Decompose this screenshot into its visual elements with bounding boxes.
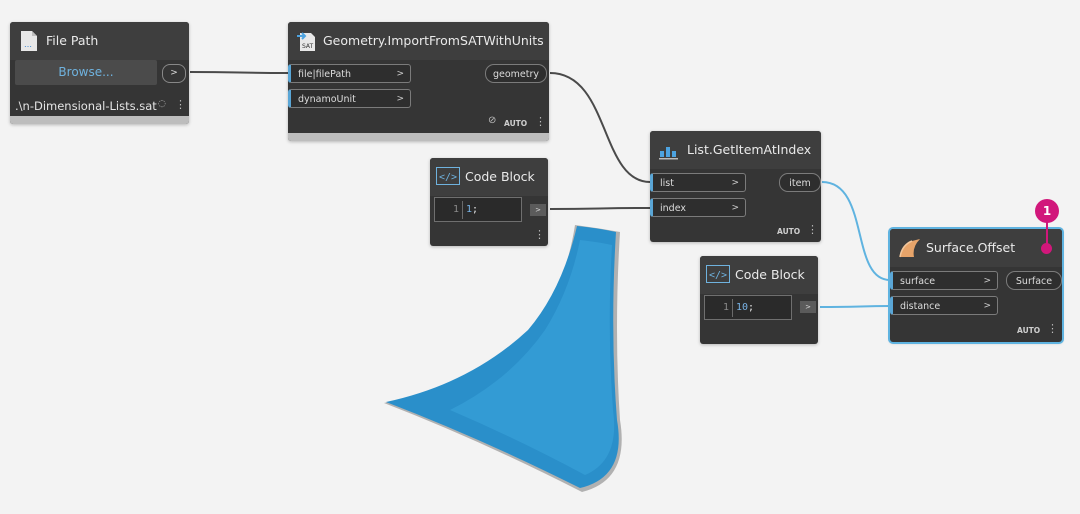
port-label: distance	[900, 301, 941, 312]
line-number: 1	[722, 302, 729, 313]
code-block-node-2[interactable]: </> Code Block 1 10; >	[700, 256, 818, 344]
chevron-right-icon: >	[983, 301, 991, 311]
input-port-file-path[interactable]: file|filePath >	[288, 64, 411, 83]
import-sat-node[interactable]: SAT Geometry.ImportFromSATWithUnits file…	[288, 22, 549, 141]
vertical-ellipsis-icon[interactable]: ⋮	[534, 228, 545, 241]
vertical-ellipsis-icon[interactable]: ⋮	[175, 98, 186, 111]
vertical-ellipsis-icon[interactable]: ⋮	[1047, 322, 1058, 335]
svg-text:</>: </>	[709, 270, 727, 281]
sat-import-icon: SAT	[296, 30, 318, 52]
wire-code2-to-distance	[819, 305, 891, 308]
node-title: Geometry.ImportFromSATWithUnits	[323, 33, 544, 48]
lacing-label[interactable]: AUTO	[777, 227, 800, 236]
code-block-node-1[interactable]: </> Code Block 1 1; > ⋮	[430, 158, 548, 246]
node-title: List.GetItemAtIndex	[687, 142, 812, 157]
get-item-at-index-node[interactable]: List.GetItemAtIndex list > index > item AU…	[650, 131, 821, 242]
chevron-right-icon: >	[983, 276, 991, 286]
callout-badge: 1	[1035, 199, 1059, 223]
output-port-surface[interactable]: Surface	[1006, 271, 1062, 290]
browse-button[interactable]: Browse...	[15, 60, 157, 85]
lacing-label[interactable]: AUTO	[504, 119, 527, 128]
code-brackets-icon: </>	[706, 265, 730, 287]
surface-offset-node[interactable]: Surface.Offset surface > distance > Surfac…	[890, 229, 1062, 342]
port-label: list	[660, 178, 674, 189]
wire-item-to-surface	[821, 181, 891, 281]
port-label: index	[660, 203, 686, 214]
wire-filepath-to-import	[189, 71, 289, 74]
output-port-item[interactable]: item	[779, 173, 821, 192]
lacing-label[interactable]: AUTO	[1017, 326, 1040, 335]
list-index-icon	[658, 139, 680, 161]
vertical-ellipsis-icon[interactable]: ⋮	[807, 223, 818, 236]
port-label: surface	[900, 276, 936, 287]
svg-text:SAT: SAT	[302, 43, 314, 50]
input-port-dynamo-unit[interactable]: dynamoUnit >	[288, 89, 411, 108]
port-label: file|filePath	[298, 69, 352, 80]
wire-geometry-to-list	[549, 72, 651, 183]
input-port-surface[interactable]: surface >	[890, 271, 998, 290]
node-title: Surface.Offset	[926, 240, 1016, 255]
output-port[interactable]: >	[800, 301, 816, 313]
code-value: 10	[736, 302, 749, 313]
port-label: dynamoUnit	[298, 94, 356, 105]
callout-dot	[1041, 243, 1052, 254]
output-port[interactable]: >	[162, 64, 186, 83]
code-suffix: ;	[472, 204, 479, 215]
svg-text:</>: </>	[439, 172, 457, 183]
node-title: File Path	[46, 33, 99, 48]
line-number: 1	[452, 204, 459, 215]
chevron-right-icon: >	[731, 178, 739, 188]
wire-code1-to-index	[549, 207, 651, 210]
code-editor[interactable]: 1 10;	[704, 295, 792, 320]
chevron-right-icon: >	[396, 69, 404, 79]
graph-canvas[interactable]: … File Path Browse... > .\n-Dimensional-…	[0, 0, 1080, 514]
vertical-ellipsis-icon[interactable]: ⋮	[535, 115, 546, 128]
chevron-right-icon: >	[731, 203, 739, 213]
input-port-distance[interactable]: distance >	[890, 296, 998, 315]
eye-hidden-icon[interactable]: ⊘	[488, 115, 496, 126]
file-path-value: .\n-Dimensional-Lists.sat	[15, 99, 157, 113]
node-title: Code Block	[465, 169, 535, 184]
code-brackets-icon: </>	[436, 167, 460, 189]
svg-text:…: …	[24, 40, 32, 49]
code-editor[interactable]: 1 1;	[434, 197, 522, 222]
surface-icon	[898, 237, 920, 259]
file-document-icon: …	[18, 30, 40, 52]
output-port-geometry[interactable]: geometry	[485, 64, 547, 83]
file-path-node[interactable]: … File Path Browse... > .\n-Dimensional-…	[10, 22, 189, 124]
eye-icon[interactable]: ◌	[158, 99, 166, 109]
output-port[interactable]: >	[530, 204, 546, 216]
input-port-index[interactable]: index >	[650, 198, 746, 217]
surface-preview	[384, 225, 622, 492]
node-footer	[10, 116, 189, 124]
code-suffix: ;	[748, 302, 755, 313]
node-footer	[288, 133, 549, 141]
node-title: Code Block	[735, 267, 805, 282]
input-port-list[interactable]: list >	[650, 173, 746, 192]
chevron-right-icon: >	[396, 94, 404, 104]
